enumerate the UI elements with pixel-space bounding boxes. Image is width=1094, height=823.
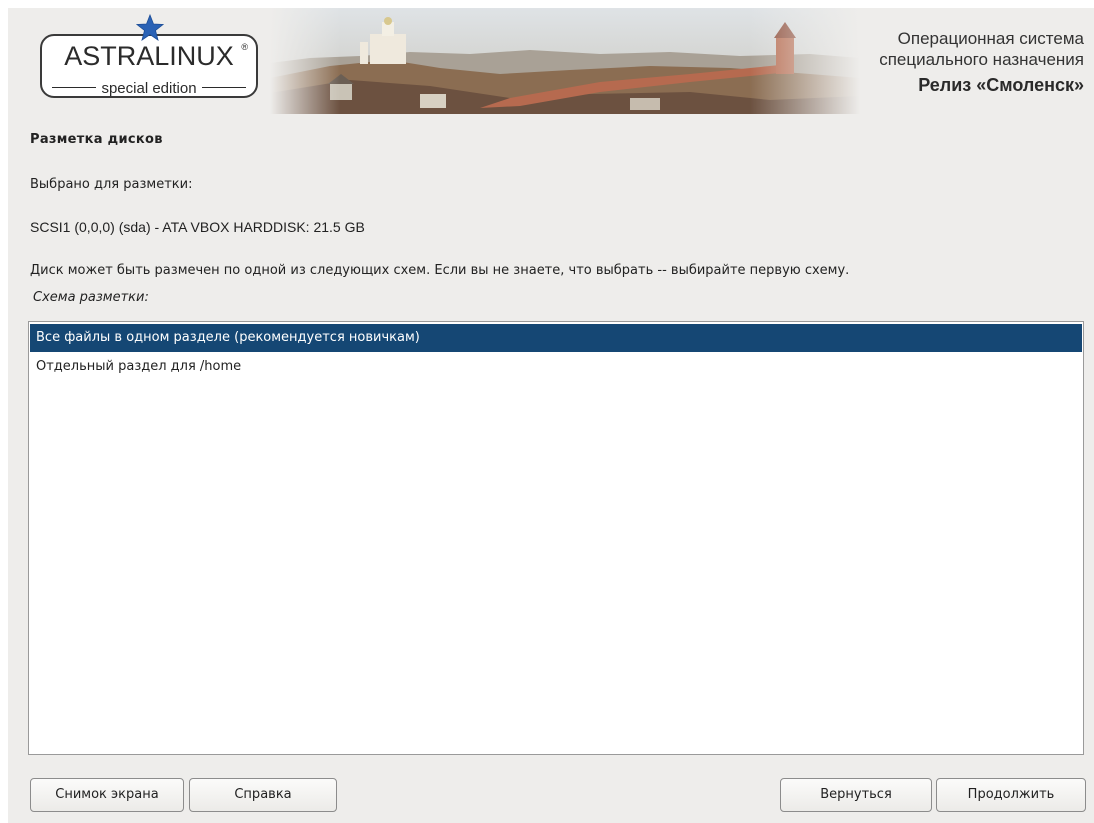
list-item[interactable]: Все файлы в одном разделе (рекомендуется… <box>30 324 1082 352</box>
logo-subtitle: special edition <box>101 80 197 97</box>
installer-window: ASTRALINUX ® special edition Операционна… <box>8 8 1094 823</box>
os-title-line2: специального назначения <box>879 50 1084 69</box>
page-title: Разметка дисков <box>30 132 163 147</box>
smolensk-photo <box>270 8 860 114</box>
astra-logo: ASTRALINUX ® special edition <box>40 34 258 98</box>
selected-disk: SCSI1 (0,0,0) (sda) - ATA VBOX HARDDISK:… <box>30 219 365 235</box>
help-button[interactable]: Справка <box>189 778 337 812</box>
selected-for-label: Выбрано для разметки: <box>30 177 193 192</box>
header-banner: ASTRALINUX ® special edition Операционна… <box>8 8 1094 114</box>
partition-scheme-list[interactable]: Все файлы в одном разделе (рекомендуется… <box>28 321 1084 755</box>
os-title-line1: Операционная система <box>897 29 1084 48</box>
screenshot-button[interactable]: Снимок экрана <box>30 778 184 812</box>
scheme-label: Схема разметки: <box>33 290 149 305</box>
logo-registered-mark: ® <box>241 42 248 52</box>
release-name: Релиз «Смоленск» <box>918 75 1084 95</box>
list-item[interactable]: Отдельный раздел для /home <box>30 352 1082 382</box>
back-button[interactable]: Вернуться <box>780 778 932 812</box>
description-text: Диск может быть размечен по одной из сле… <box>30 263 850 278</box>
star-icon <box>136 14 164 41</box>
continue-button[interactable]: Продолжить <box>936 778 1086 812</box>
logo-text: ASTRALINUX <box>64 41 234 71</box>
